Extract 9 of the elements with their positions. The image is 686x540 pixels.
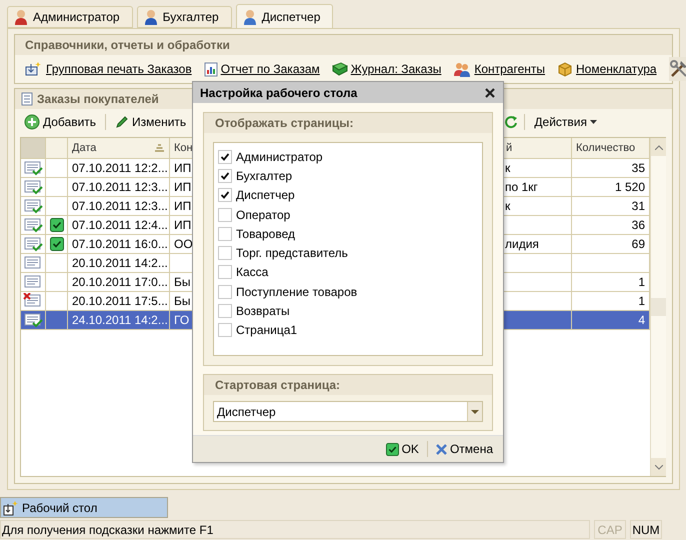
- dialog-title: Настройка рабочего стола: [200, 86, 358, 100]
- group-title: Стартовая страница:: [204, 375, 492, 395]
- key-indicator: NUM: [630, 520, 662, 539]
- group-title: Отображать страницы:: [204, 113, 492, 133]
- key-indicator: CAP: [594, 520, 626, 539]
- table-cell: 24.10.2011 14:2...: [68, 311, 170, 330]
- status-hint: Для получения подсказки нажмите F1: [0, 520, 590, 539]
- section-title: Справочники, отчеты и обработки: [15, 35, 672, 55]
- panel-title: Заказы покупателей: [37, 92, 159, 106]
